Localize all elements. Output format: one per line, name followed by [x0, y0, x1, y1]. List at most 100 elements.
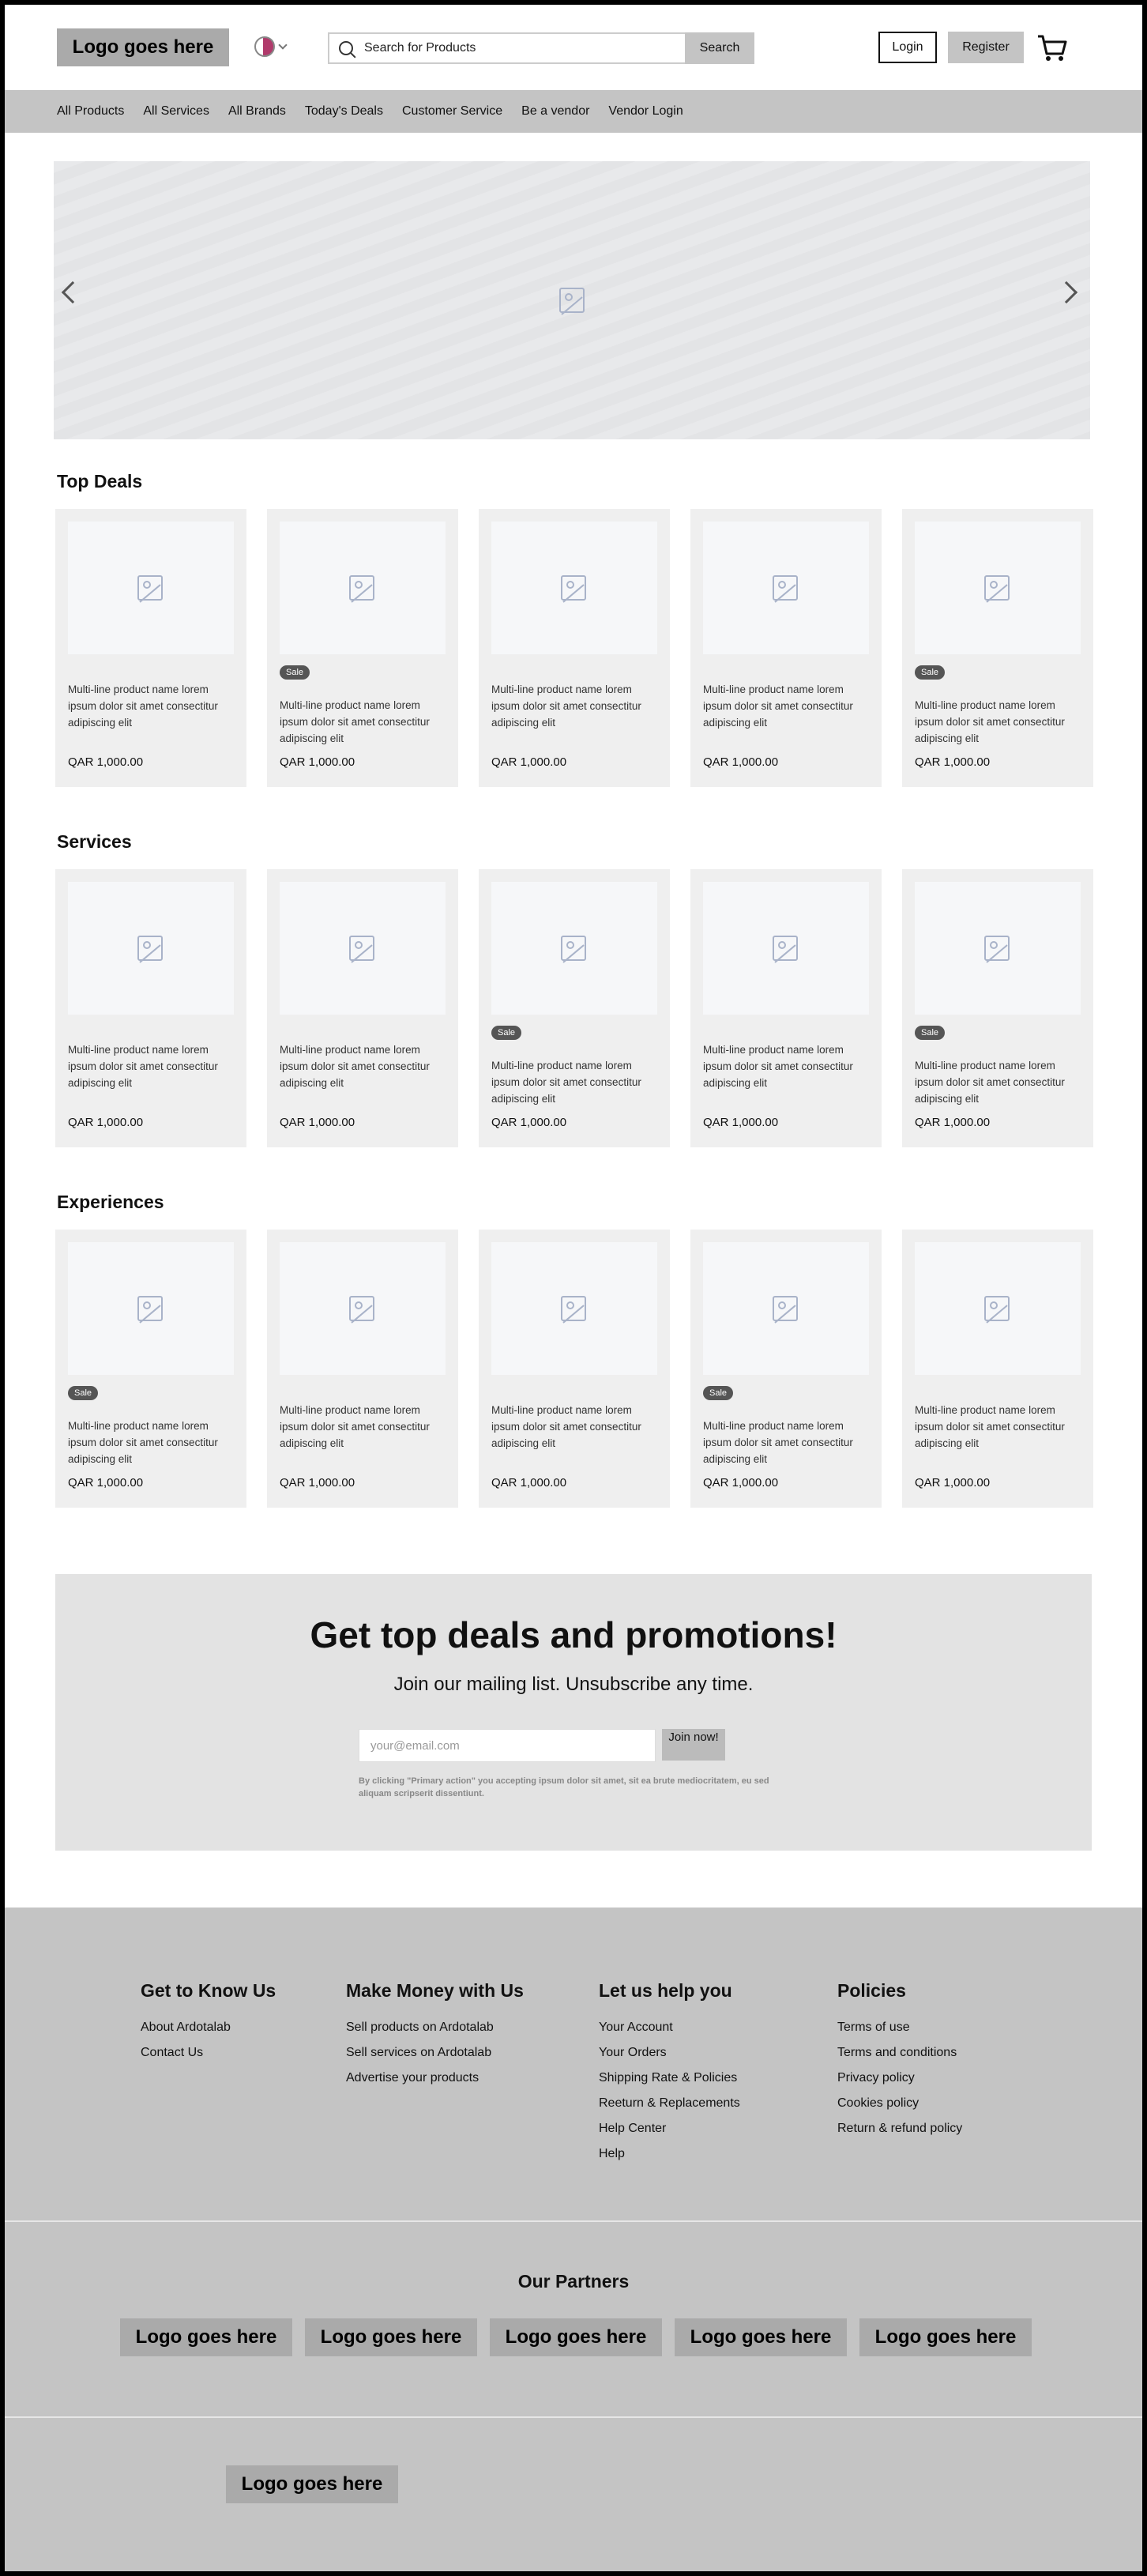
- product-image[interactable]: [68, 882, 234, 1015]
- footer-link[interactable]: Contact Us: [141, 2044, 276, 2069]
- product-name[interactable]: Multi-line product name lorem ipsum dolo…: [68, 1041, 237, 1091]
- partner-logo[interactable]: Logo goes here: [859, 2318, 1032, 2356]
- section-title-experiences: Experiences: [57, 1192, 164, 1212]
- partner-logo[interactable]: Logo goes here: [490, 2318, 662, 2356]
- carousel-prev-icon[interactable]: [61, 281, 85, 304]
- footer-link[interactable]: Terms and conditions: [837, 2044, 962, 2069]
- partner-logo[interactable]: Logo goes here: [120, 2318, 292, 2356]
- footer-link[interactable]: Privacy policy: [837, 2069, 962, 2095]
- footer-logo[interactable]: Logo goes here: [226, 2465, 398, 2503]
- footer-link[interactable]: Reeturn & Replacements: [599, 2095, 740, 2120]
- product-card[interactable]: Multi-line product name lorem ipsum dolo…: [690, 509, 882, 787]
- product-name[interactable]: Multi-line product name lorem ipsum dolo…: [915, 1402, 1084, 1452]
- nav-item-todays-deals[interactable]: Today's Deals: [305, 104, 383, 119]
- search-button[interactable]: Search: [685, 32, 754, 64]
- footer-link[interactable]: Terms of use: [837, 2019, 962, 2044]
- product-image[interactable]: [703, 1242, 869, 1375]
- image-placeholder-icon: [137, 575, 163, 601]
- product-image[interactable]: [280, 522, 446, 654]
- join-button[interactable]: Join now!: [662, 1729, 725, 1761]
- product-name[interactable]: Multi-line product name lorem ipsum dolo…: [703, 681, 872, 731]
- section-title-services: Services: [57, 831, 132, 852]
- product-name[interactable]: Multi-line product name lorem ipsum dolo…: [915, 697, 1084, 747]
- product-image[interactable]: [491, 522, 657, 654]
- search-input[interactable]: Search for Products: [328, 32, 685, 64]
- product-card[interactable]: Multi-line product name lorem ipsum dolo…: [479, 509, 670, 787]
- footer-link[interactable]: Your Orders: [599, 2044, 740, 2069]
- product-image[interactable]: [68, 1242, 234, 1375]
- footer-link[interactable]: About Ardotalab: [141, 2019, 276, 2044]
- image-placeholder-icon: [559, 288, 585, 313]
- footer-link[interactable]: Shipping Rate & Policies: [599, 2069, 740, 2095]
- footer-link[interactable]: Help Center: [599, 2120, 740, 2145]
- product-image[interactable]: [703, 522, 869, 654]
- footer-link[interactable]: Sell products on Ardotalab: [346, 2019, 524, 2044]
- product-card[interactable]: Sale Multi-line product name lorem ipsum …: [55, 1230, 246, 1508]
- product-name[interactable]: Multi-line product name lorem ipsum dolo…: [68, 681, 237, 731]
- product-card[interactable]: Sale Multi-line product name lorem ipsum …: [267, 509, 458, 787]
- partner-logo[interactable]: Logo goes here: [675, 2318, 847, 2356]
- register-button[interactable]: Register: [948, 32, 1024, 63]
- nav-item-customer-service[interactable]: Customer Service: [402, 104, 502, 119]
- product-price: QAR 1,000.00: [915, 1116, 991, 1129]
- carousel-next-icon[interactable]: [1055, 281, 1078, 304]
- product-card[interactable]: Multi-line product name lorem ipsum dolo…: [479, 1230, 670, 1508]
- product-name[interactable]: Multi-line product name lorem ipsum dolo…: [68, 1418, 237, 1467]
- email-field[interactable]: your@email.com: [359, 1729, 656, 1762]
- chevron-down-icon: [278, 40, 288, 50]
- cart-icon[interactable]: [1036, 33, 1068, 63]
- product-image[interactable]: [915, 882, 1081, 1015]
- product-card[interactable]: Multi-line product name lorem ipsum dolo…: [55, 869, 246, 1147]
- partner-logo[interactable]: Logo goes here: [305, 2318, 477, 2356]
- login-button[interactable]: Login: [878, 32, 937, 63]
- footer-link[interactable]: Return & refund policy: [837, 2120, 962, 2145]
- promo-title: Get top deals and promotions!: [310, 1614, 837, 1655]
- product-card[interactable]: Multi-line product name lorem ipsum dolo…: [902, 1230, 1093, 1508]
- footer-link[interactable]: Your Account: [599, 2019, 740, 2044]
- product-price: QAR 1,000.00: [280, 1476, 355, 1489]
- footer-link[interactable]: Sell services on Ardotalab: [346, 2044, 524, 2069]
- product-card[interactable]: Multi-line product name lorem ipsum dolo…: [267, 869, 458, 1147]
- nav-item-all-services[interactable]: All Services: [143, 104, 209, 119]
- product-price: QAR 1,000.00: [491, 755, 567, 769]
- product-name[interactable]: Multi-line product name lorem ipsum dolo…: [280, 1402, 449, 1452]
- product-card[interactable]: Multi-line product name lorem ipsum dolo…: [55, 509, 246, 787]
- product-image[interactable]: [915, 1242, 1081, 1375]
- page: Logo goes here Search for Products Searc…: [5, 5, 1142, 2571]
- product-image[interactable]: [491, 1242, 657, 1375]
- product-price: QAR 1,000.00: [915, 1476, 991, 1489]
- product-row-top-deals: Multi-line product name lorem ipsum dolo…: [55, 509, 1093, 787]
- image-placeholder-icon: [561, 936, 586, 961]
- product-name[interactable]: Multi-line product name lorem ipsum dolo…: [491, 1402, 660, 1452]
- nav-item-be-a-vendor[interactable]: Be a vendor: [521, 104, 589, 119]
- product-card[interactable]: Sale Multi-line product name lorem ipsum …: [902, 869, 1093, 1147]
- header-logo[interactable]: Logo goes here: [57, 28, 229, 66]
- product-name[interactable]: Multi-line product name lorem ipsum dolo…: [703, 1041, 872, 1091]
- footer-link[interactable]: Cookies policy: [837, 2095, 962, 2120]
- product-name[interactable]: Multi-line product name lorem ipsum dolo…: [280, 1041, 449, 1091]
- product-image[interactable]: [68, 522, 234, 654]
- product-name[interactable]: Multi-line product name lorem ipsum dolo…: [915, 1057, 1084, 1107]
- product-card[interactable]: Multi-line product name lorem ipsum dolo…: [267, 1230, 458, 1508]
- product-image[interactable]: [491, 882, 657, 1015]
- product-image[interactable]: [703, 882, 869, 1015]
- product-price: QAR 1,000.00: [280, 755, 355, 769]
- product-card[interactable]: Sale Multi-line product name lorem ipsum …: [690, 1230, 882, 1508]
- product-name[interactable]: Multi-line product name lorem ipsum dolo…: [703, 1418, 872, 1467]
- footer-link[interactable]: Help: [599, 2145, 740, 2171]
- nav-item-all-brands[interactable]: All Brands: [228, 104, 286, 119]
- product-card[interactable]: Sale Multi-line product name lorem ipsum …: [479, 869, 670, 1147]
- product-name[interactable]: Multi-line product name lorem ipsum dolo…: [491, 1057, 660, 1107]
- product-card[interactable]: Sale Multi-line product name lorem ipsum …: [902, 509, 1093, 787]
- product-price: QAR 1,000.00: [68, 1476, 144, 1489]
- product-image[interactable]: [915, 522, 1081, 654]
- product-image[interactable]: [280, 1242, 446, 1375]
- product-name[interactable]: Multi-line product name lorem ipsum dolo…: [280, 697, 449, 747]
- product-card[interactable]: Multi-line product name lorem ipsum dolo…: [690, 869, 882, 1147]
- language-selector[interactable]: [254, 36, 288, 57]
- nav-item-vendor-login[interactable]: Vendor Login: [608, 104, 683, 119]
- footer-link[interactable]: Advertise your products: [346, 2069, 524, 2095]
- nav-item-all-products[interactable]: All Products: [57, 104, 124, 119]
- product-image[interactable]: [280, 882, 446, 1015]
- product-name[interactable]: Multi-line product name lorem ipsum dolo…: [491, 681, 660, 731]
